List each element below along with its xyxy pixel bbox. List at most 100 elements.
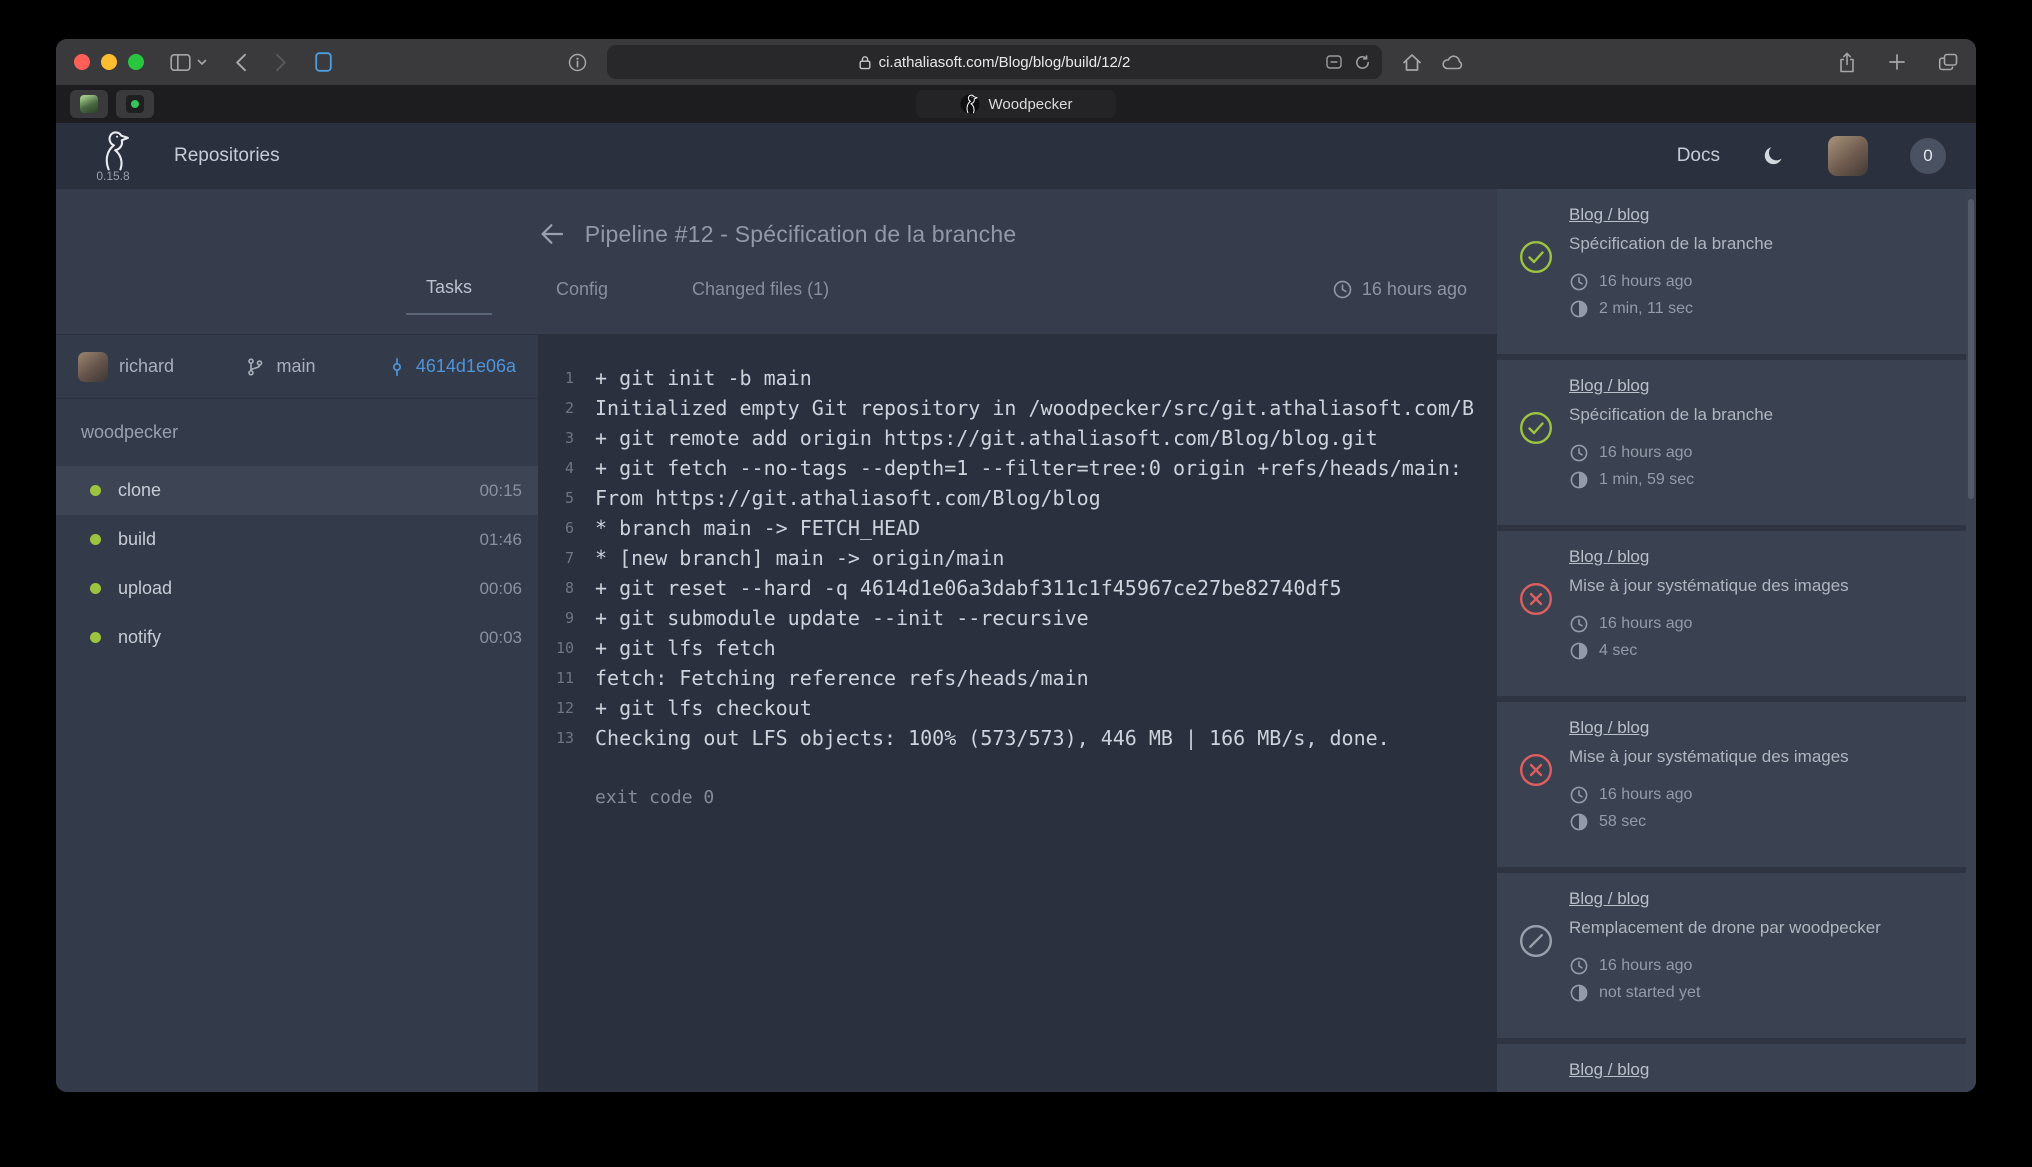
step-upload[interactable]: upload 00:06 [56,564,538,613]
commit-link[interactable]: 4614d1e06a [387,356,516,377]
pipeline-title: Pipeline #12 - Spécification de la branc… [585,221,1017,248]
log-line: 12+ git lfs checkout [538,693,1497,723]
build-card[interactable]: Blog / blog Spécification de la branche … [1497,189,1976,354]
sidebar-toggle-icon[interactable] [170,53,191,72]
scrollbar[interactable] [1966,189,1976,1092]
status-success-icon [1518,239,1554,275]
forward-button[interactable] [275,53,287,72]
log-line: 1+ git init -b main [538,363,1497,393]
build-duration: 4 sec [1569,641,1956,661]
safari-window: ci.athaliasoft.com/Blog/blog/build/12/2 [56,39,1976,1092]
commit-icon [387,357,407,377]
tab-overview-icon[interactable] [1938,53,1958,71]
build-time: 16 hours ago [1569,614,1956,634]
duration-icon [1569,641,1589,661]
pinned-tab-2[interactable] [116,90,154,118]
build-card[interactable]: Blog / blog Mise à jour systématique des… [1497,702,1976,867]
woodpecker-logo[interactable]: 0.15.8 [92,130,134,183]
tab-config[interactable]: Config [536,279,628,315]
zoom-window-button[interactable] [128,54,144,70]
clock-icon [1569,443,1589,463]
scrollbar-thumb[interactable] [1968,199,1974,499]
dark-mode-toggle[interactable] [1762,144,1786,168]
build-repo-link[interactable]: Blog / blog [1569,718,1649,738]
workflow-name: woodpecker [56,399,538,466]
build-message: Mise à jour systématique des images [1569,747,1956,767]
tab-title: Woodpecker [989,96,1073,113]
reload-icon[interactable] [1354,54,1371,71]
pinned-tab-1-favicon [80,95,98,113]
share-icon[interactable] [1838,52,1856,73]
status-failure-icon [1518,581,1554,617]
build-repo-link[interactable]: Blog / blog [1569,547,1649,567]
woodpecker-app: 0.15.8 Repositories Docs 0 [56,123,1976,1092]
build-repo-link[interactable]: Blog / blog [1569,376,1649,396]
build-card[interactable]: Blog / blog Spécification de la branche … [1497,360,1976,525]
build-message: Spécification de la branche [1569,405,1956,425]
clock-icon [1569,956,1589,976]
nav-docs[interactable]: Docs [1677,145,1720,167]
step-build[interactable]: build 01:46 [56,515,538,564]
new-tab-icon[interactable] [1888,53,1906,71]
step-notify[interactable]: notify 00:03 [56,613,538,662]
steps-sidebar: richard main 4614d1e06a [56,335,538,1092]
log-line: 11fetch: Fetching reference refs/heads/m… [538,663,1497,693]
log-line: 3+ git remote add origin https://git.ath… [538,423,1497,453]
pipeline-header: Pipeline #12 - Spécification de la branc… [56,189,1497,335]
author-avatar [78,352,108,382]
close-window-button[interactable] [74,54,90,70]
build-repo-link[interactable]: Blog / blog [1569,1060,1649,1080]
tab-tasks[interactable]: Tasks [406,277,492,315]
back-button[interactable] [235,53,247,72]
log-line: 9+ git submodule update --init --recursi… [538,603,1497,633]
pipeline-tabs: Tasks Config Changed files (1) 16 hours … [56,277,1497,315]
branch-icon [245,357,265,377]
lock-icon [859,55,871,70]
nav-repositories[interactable]: Repositories [174,145,280,167]
build-time: 16 hours ago [1569,956,1956,976]
back-arrow-icon[interactable] [537,219,567,249]
step-status-dot [90,485,101,496]
minimize-window-button[interactable] [101,54,117,70]
blue-page-icon[interactable] [315,52,332,72]
tab-changed-files[interactable]: Changed files (1) [672,279,849,315]
build-repo-link[interactable]: Blog / blog [1569,889,1649,909]
log-line: 2Initialized empty Git repository in /wo… [538,393,1497,423]
pinned-tab-1[interactable] [70,90,108,118]
active-tab[interactable]: Woodpecker [916,90,1117,118]
duration-icon [1569,983,1589,1003]
build-card[interactable]: Blog / blog Remplacement de drone par wo… [1497,873,1976,1038]
info-icon[interactable] [568,53,587,72]
chevron-down-icon[interactable] [197,59,207,66]
pipeline-main: Pipeline #12 - Spécification de la branc… [56,189,1497,1092]
site-badge-icon[interactable] [1326,55,1342,69]
version-label: 0.15.8 [96,169,129,183]
build-duration: not started yet [1569,983,1956,1003]
clock-icon [1569,272,1589,292]
home-icon[interactable] [1402,53,1422,72]
build-message: Mise à jour systématique des images [1569,576,1956,596]
build-card[interactable]: Blog / blog [1497,1044,1976,1092]
build-duration: 58 sec [1569,812,1956,832]
cloud-icon[interactable] [1442,54,1464,70]
duration-icon [1569,470,1589,490]
log-output: 1+ git init -b main 2Initialized empty G… [538,335,1497,1092]
traffic-lights [74,54,144,70]
clock-icon [1569,785,1589,805]
build-repo-link[interactable]: Blog / blog [1569,205,1649,225]
build-time: 16 hours ago [1569,272,1956,292]
build-card[interactable]: Blog / blog Mise à jour systématique des… [1497,531,1976,696]
user-avatar[interactable] [1828,136,1868,176]
url-text: ci.athaliasoft.com/Blog/blog/build/12/2 [879,54,1131,71]
step-clone[interactable]: clone 00:15 [56,466,538,515]
log-line: 8+ git reset --hard -q 4614d1e06a3dabf31… [538,573,1497,603]
log-line: 4+ git fetch --no-tags --depth=1 --filte… [538,453,1497,483]
duration-icon [1569,299,1589,319]
clock-icon [1332,279,1353,300]
screen: ci.athaliasoft.com/Blog/blog/build/12/2 [0,0,2032,1167]
queue-counter-badge[interactable]: 0 [1910,138,1946,174]
address-bar[interactable]: ci.athaliasoft.com/Blog/blog/build/12/2 [607,45,1382,79]
step-status-dot [90,632,101,643]
build-message: Spécification de la branche [1569,234,1956,254]
branch: main [245,356,315,377]
